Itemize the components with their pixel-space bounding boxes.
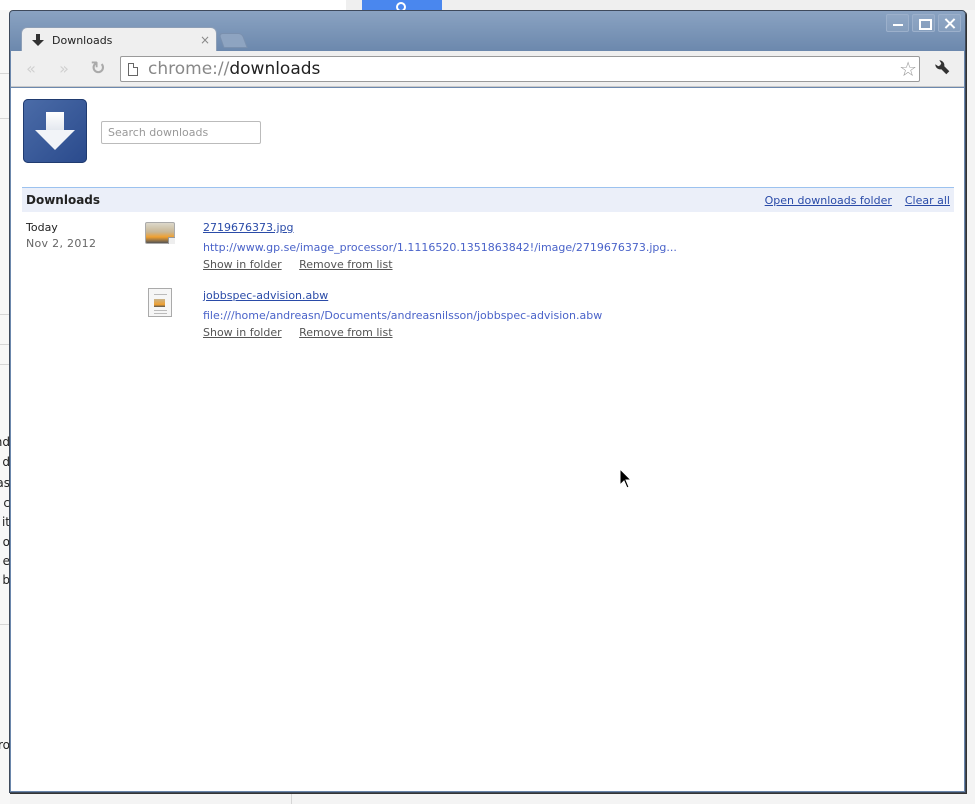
open-downloads-folder-link[interactable]: Open downloads folder: [765, 194, 892, 207]
background-blue-button: [362, 0, 442, 12]
browser-window: Downloads × « » ↻ chrome://downloads ☆ D…: [9, 10, 966, 793]
download-actions: Show in folder Remove from list: [203, 326, 407, 339]
date-group-label: Today: [26, 221, 58, 234]
download-actions: Show in folder Remove from list: [203, 258, 407, 271]
window-controls: [886, 14, 961, 32]
remove-from-list-link[interactable]: Remove from list: [299, 258, 392, 271]
download-file-name[interactable]: jobbspec-advision.abw: [203, 289, 328, 302]
show-in-folder-link[interactable]: Show in folder: [203, 326, 282, 339]
date-group-date: Nov 2, 2012: [26, 237, 97, 250]
download-source-url[interactable]: file:///home/andreasn/Documents/andreasn…: [203, 309, 602, 322]
background-divider: [291, 792, 292, 804]
download-item: jobbspec-advision.abw file:///home/andre…: [145, 288, 945, 349]
url-scheme: chrome://: [148, 59, 230, 79]
minimize-button[interactable]: [886, 14, 909, 32]
tab-title: Downloads: [52, 33, 113, 47]
download-file-name[interactable]: 2719676373.jpg: [203, 221, 294, 234]
reload-button[interactable]: ↻: [87, 59, 109, 79]
forward-button[interactable]: »: [53, 59, 75, 79]
search-downloads-input[interactable]: [101, 121, 261, 144]
remove-from-list-link[interactable]: Remove from list: [299, 326, 392, 339]
page-icon: [128, 62, 138, 76]
document-file-icon: [148, 288, 172, 317]
maximize-button[interactable]: [912, 14, 935, 32]
close-window-button[interactable]: [938, 14, 961, 32]
tab-close-icon[interactable]: ×: [198, 33, 212, 47]
clear-all-link[interactable]: Clear all: [905, 194, 950, 207]
toolbar: « » ↻ chrome://downloads ☆: [11, 51, 964, 87]
download-source-url[interactable]: http://www.gp.se/image_processor/1.11165…: [203, 241, 677, 254]
downloads-page: Downloads Open downloads folder Clear al…: [11, 88, 964, 791]
url-host: downloads: [229, 59, 321, 79]
wrench-icon: [935, 60, 950, 75]
section-title: Downloads: [26, 193, 101, 207]
back-button[interactable]: «: [20, 59, 42, 79]
show-in-folder-link[interactable]: Show in folder: [203, 258, 282, 271]
bookmark-star-icon[interactable]: ☆: [899, 58, 917, 80]
downloads-logo-icon: [23, 99, 87, 163]
download-arrow-icon: [32, 34, 44, 46]
download-item: 2719676373.jpg http://www.gp.se/image_pr…: [145, 221, 945, 281]
wrench-menu-icon[interactable]: [927, 54, 957, 84]
new-tab-button[interactable]: [218, 33, 248, 48]
address-bar[interactable]: chrome://downloads ☆: [120, 56, 920, 82]
image-file-icon: [145, 222, 175, 244]
downloads-header: Downloads Open downloads folder Clear al…: [22, 187, 954, 212]
tab-downloads[interactable]: Downloads ×: [21, 27, 217, 52]
